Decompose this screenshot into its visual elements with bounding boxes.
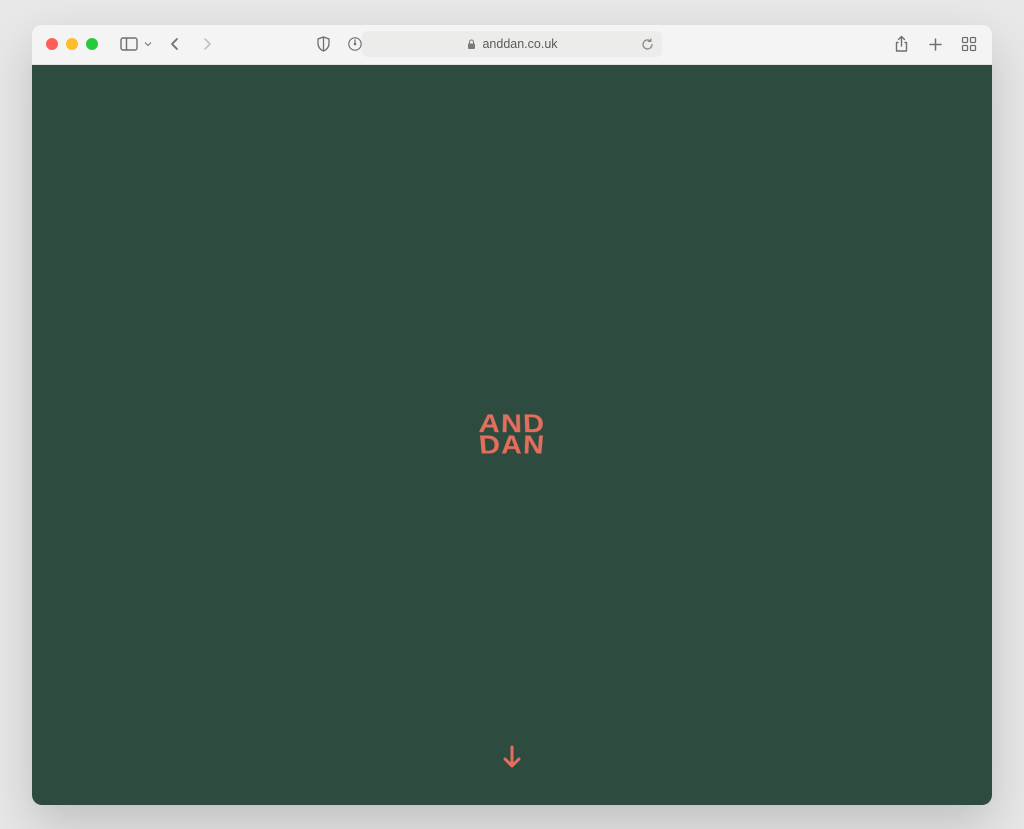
scroll-down-button[interactable] (501, 743, 523, 771)
share-button[interactable] (892, 35, 910, 53)
new-tab-button[interactable] (926, 35, 944, 53)
refresh-button[interactable] (640, 37, 654, 51)
toolbar-middle-group (314, 35, 364, 53)
page-content: AND DAN (32, 65, 992, 805)
refresh-icon (641, 38, 654, 51)
window-zoom-button[interactable] (86, 38, 98, 50)
shield-icon (316, 36, 331, 52)
lock-icon (466, 39, 476, 49)
share-icon (894, 35, 909, 53)
window-close-button[interactable] (46, 38, 58, 50)
panel-icon (120, 37, 138, 51)
sidebar-toggle-button[interactable] (120, 35, 138, 53)
window-controls (46, 38, 98, 50)
dropdown-chevron-icon[interactable] (144, 40, 152, 48)
toolbar-right-group (892, 35, 978, 53)
logo-line-2: DAN (478, 435, 546, 455)
chevron-right-icon (202, 37, 212, 51)
window-minimize-button[interactable] (66, 38, 78, 50)
browser-toolbar: anddan.co.uk (32, 25, 992, 65)
brand-logo: AND DAN (478, 411, 546, 458)
forward-button[interactable] (198, 35, 216, 53)
chevron-left-icon (170, 37, 180, 51)
plus-icon (928, 37, 943, 52)
toolbar-left-group (120, 35, 216, 53)
back-button[interactable] (166, 35, 184, 53)
browser-window: anddan.co.uk (32, 25, 992, 805)
tabs-grid-icon (961, 36, 977, 52)
tabs-overview-button[interactable] (960, 35, 978, 53)
address-bar[interactable]: anddan.co.uk (362, 31, 662, 57)
address-url: anddan.co.uk (482, 37, 557, 51)
arrow-down-icon (502, 744, 522, 770)
privacy-report-button[interactable] (314, 35, 332, 53)
